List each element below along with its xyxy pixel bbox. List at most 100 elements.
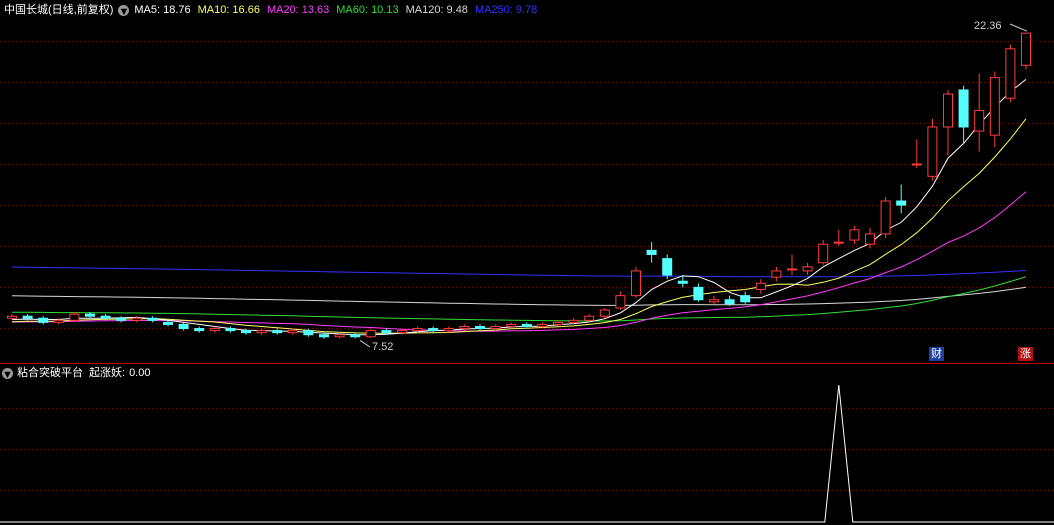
candle-body bbox=[381, 330, 392, 334]
candle-body bbox=[740, 295, 751, 303]
qizhangyao-line bbox=[0, 384, 1054, 523]
ma5-line bbox=[11, 79, 1027, 336]
candle-body bbox=[771, 270, 782, 278]
candle-body bbox=[178, 323, 189, 330]
indicator-header: ▼ 粘合突破平台 起涨妖: 0.00 bbox=[2, 366, 151, 381]
candle-body bbox=[209, 328, 220, 332]
indicator-title: 粘合突破平台 bbox=[17, 367, 83, 379]
candle-body bbox=[865, 233, 875, 245]
high-price-label: 22.36 bbox=[974, 20, 1002, 32]
candle bbox=[521, 322, 532, 329]
chevron-down-icon[interactable]: ▼ bbox=[2, 367, 13, 381]
candle-body bbox=[896, 200, 907, 206]
candle-body bbox=[53, 319, 64, 323]
candle bbox=[147, 316, 158, 323]
indicator-value: 0.00 bbox=[129, 367, 151, 379]
candle bbox=[443, 326, 454, 333]
high-arrow bbox=[1009, 23, 1028, 32]
candle-body bbox=[459, 325, 470, 330]
candle bbox=[38, 316, 49, 325]
candle-body bbox=[365, 330, 376, 338]
candle bbox=[927, 118, 938, 181]
ma250-label: MA250: bbox=[474, 4, 513, 16]
candle-body bbox=[989, 77, 1000, 136]
candlesticks bbox=[7, 32, 1031, 339]
candle-body bbox=[615, 295, 626, 309]
candle bbox=[178, 322, 189, 331]
candle-body bbox=[880, 200, 891, 235]
candle-body bbox=[163, 321, 173, 325]
candle bbox=[833, 229, 844, 247]
ma60-label: MA60: bbox=[336, 4, 369, 16]
candle-body bbox=[958, 89, 969, 128]
candle bbox=[755, 279, 766, 294]
ma120-line bbox=[11, 286, 1027, 306]
low-arrow bbox=[359, 340, 371, 348]
candle bbox=[428, 326, 439, 333]
finance-badge[interactable]: 财 bbox=[929, 347, 944, 361]
ma20-value: 13.63 bbox=[301, 4, 330, 16]
candle bbox=[365, 328, 376, 338]
candle bbox=[1005, 44, 1016, 103]
ma60-value: 10.13 bbox=[371, 4, 399, 16]
candle bbox=[646, 242, 657, 263]
candle-body bbox=[537, 323, 548, 327]
candle-body bbox=[443, 328, 454, 332]
candle-body bbox=[818, 243, 829, 264]
ma10-label: MA10: bbox=[197, 4, 230, 16]
candle bbox=[896, 184, 907, 214]
candle-body bbox=[38, 317, 49, 323]
candle bbox=[163, 320, 173, 327]
candle-body bbox=[69, 313, 80, 321]
candle-body bbox=[319, 334, 329, 338]
candle-body bbox=[787, 268, 797, 271]
candle-body bbox=[677, 280, 688, 284]
candle-body bbox=[584, 315, 595, 321]
candle-body bbox=[100, 315, 111, 319]
candle bbox=[272, 328, 283, 335]
candle bbox=[709, 295, 719, 304]
candle bbox=[615, 291, 626, 311]
candle-body bbox=[412, 328, 423, 332]
main-grid bbox=[0, 41, 1054, 329]
moving-average-lines bbox=[11, 79, 1027, 336]
candle-body bbox=[943, 93, 953, 128]
ma5-value: 18.76 bbox=[163, 4, 191, 16]
candle bbox=[256, 328, 267, 335]
chart-title: 中国长城(日线,前复权) bbox=[4, 4, 114, 16]
candle-body bbox=[475, 325, 485, 330]
candle bbox=[225, 326, 236, 333]
limit-up-badge[interactable]: 涨 bbox=[1018, 347, 1033, 361]
candle-body bbox=[833, 241, 844, 244]
candle bbox=[350, 332, 361, 339]
candle bbox=[662, 254, 673, 280]
candle bbox=[599, 307, 610, 319]
candle bbox=[958, 85, 969, 144]
candle bbox=[989, 71, 1000, 148]
candle bbox=[194, 326, 205, 333]
candle-body bbox=[225, 328, 236, 332]
ma20-label: MA20: bbox=[266, 4, 299, 16]
candle bbox=[209, 326, 220, 333]
ma120-label: MA120: bbox=[405, 4, 444, 16]
ma10-value: 16.66 bbox=[232, 4, 260, 16]
candle bbox=[475, 324, 485, 331]
candle bbox=[849, 225, 860, 245]
candle-body bbox=[693, 286, 704, 301]
chevron-down-icon[interactable]: ▼ bbox=[118, 4, 130, 18]
candle-body bbox=[568, 319, 579, 323]
candle bbox=[787, 254, 797, 276]
candle bbox=[693, 283, 704, 302]
candle-body bbox=[911, 163, 922, 166]
candle-body bbox=[350, 334, 361, 338]
candle bbox=[631, 266, 641, 298]
candle bbox=[1021, 32, 1031, 70]
candle-body bbox=[1005, 48, 1016, 99]
candle bbox=[911, 139, 922, 169]
candle-body bbox=[927, 126, 938, 177]
candle-body bbox=[397, 330, 407, 334]
candle-body bbox=[194, 328, 205, 332]
candle bbox=[943, 89, 953, 156]
candle-body bbox=[147, 317, 158, 321]
indicator-label: 起涨妖: bbox=[89, 367, 126, 379]
